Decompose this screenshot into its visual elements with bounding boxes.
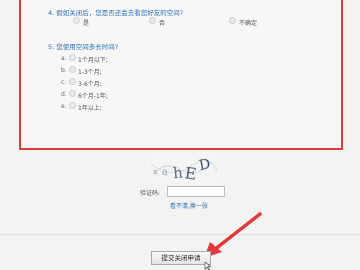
survey-highlight-box: 4. 假如关闭后，您是否还会去看您好友的空间? 是 否 不确定 5. 您使用空间… (19, 0, 343, 150)
q5-option-label: 1年以上; (78, 105, 102, 112)
q5-radio-a[interactable] (69, 54, 76, 61)
captcha-refresh-link[interactable]: 看不清,换一张 (170, 201, 208, 210)
q5-option-letter: d. (61, 91, 67, 98)
divider (0, 234, 360, 235)
q5-radio-d[interactable] (69, 90, 76, 97)
q5-option-label: 1-3个月; (78, 69, 102, 76)
q4-radio-yes[interactable] (73, 17, 80, 24)
q5-radio-e[interactable] (69, 102, 76, 109)
q5-option-letter: e. (61, 103, 67, 110)
q5-radio-b[interactable] (69, 66, 76, 73)
q5-option-label: 6个月-1年; (78, 93, 108, 100)
question-5-title: 5. 您使用空间多长时间? (48, 43, 119, 51)
q4-option-yes-label: 是 (83, 20, 90, 27)
captcha-input[interactable] (167, 186, 225, 197)
submit-close-request-button[interactable]: 提交关闭申请 (151, 251, 211, 265)
q4-radio-no[interactable] (149, 17, 156, 24)
q5-option-letter: b. (61, 67, 67, 74)
q5-option-label: 3-6个月; (78, 81, 102, 88)
q5-radio-c[interactable] (69, 78, 76, 85)
q4-option-no-label: 否 (159, 20, 166, 27)
mouse-cursor-icon (204, 262, 212, 270)
q4-radio-unsure[interactable] (229, 17, 236, 24)
q5-option-letter: c. (61, 79, 67, 86)
q5-option-letter: a. (61, 55, 67, 62)
q5-option-label: 1个月以下; (78, 57, 108, 64)
captcha-image: x a h E D (147, 152, 219, 184)
q4-option-unsure-label: 不确定 (239, 20, 258, 27)
captcha-label: 验证码: (140, 190, 161, 197)
question-4-title: 4. 假如关闭后，您是否还会去看您好友的空间? (48, 9, 184, 17)
